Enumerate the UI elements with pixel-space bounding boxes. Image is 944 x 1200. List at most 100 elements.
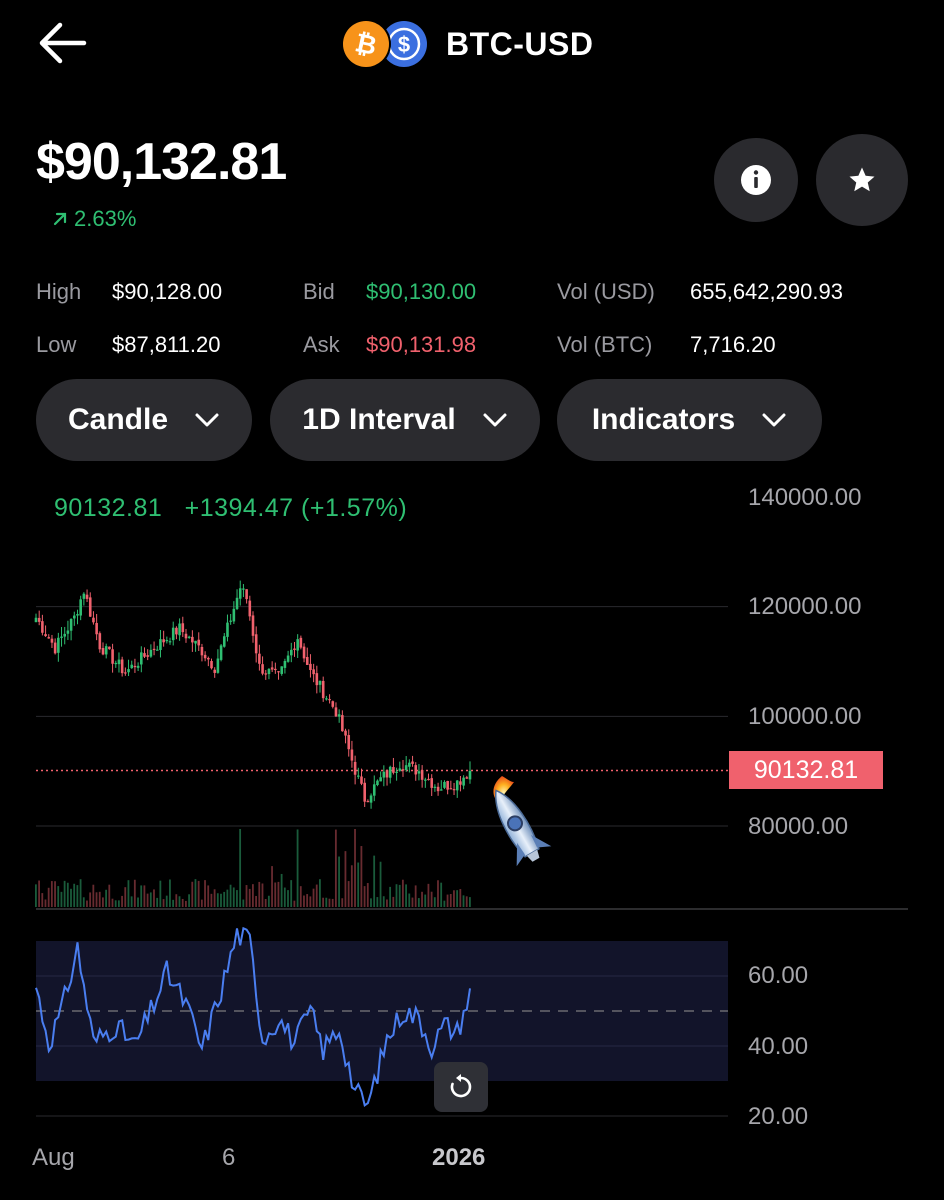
volume-bar — [414, 885, 417, 907]
candle-body — [417, 771, 421, 774]
candle-body — [369, 795, 373, 803]
vol-btc-value: 7,716.20 — [690, 332, 776, 357]
candle-body — [315, 673, 319, 686]
favorite-button[interactable] — [816, 134, 908, 226]
volume-bar — [386, 899, 388, 907]
candle-body — [424, 779, 427, 781]
rsi-panel — [35, 926, 728, 1117]
candle-body — [344, 730, 347, 736]
volume-bar — [344, 851, 347, 907]
volume-bar — [156, 897, 159, 907]
candle-body — [232, 608, 236, 622]
interval-dropdown[interactable]: 1D Interval — [270, 379, 540, 461]
volume-bar — [66, 882, 69, 907]
candle-body — [207, 657, 210, 660]
volume-bar — [223, 891, 226, 907]
volume-bar — [197, 880, 200, 907]
volume-bar — [456, 890, 459, 907]
candle-body — [347, 735, 351, 750]
candle-body — [411, 761, 414, 764]
volume-bar — [194, 879, 197, 907]
volume-bar — [127, 880, 130, 907]
volume-bar — [338, 856, 340, 907]
candle-body — [251, 615, 255, 636]
volume-bar — [437, 880, 439, 907]
price-change: 2.63% — [52, 206, 136, 232]
indicators-dropdown[interactable]: Indicators — [557, 379, 822, 461]
volume-bar — [373, 855, 376, 907]
candle-body — [238, 588, 242, 599]
rsi-tick-label: 60.00 — [748, 962, 809, 989]
volume-bar — [60, 891, 63, 907]
candle-body — [114, 662, 118, 665]
volume-bar — [350, 865, 353, 907]
chevron-down-icon — [195, 413, 219, 427]
candle-body — [178, 623, 181, 636]
candle-body — [53, 642, 57, 654]
rocket-icon — [493, 776, 552, 867]
low-value: $87,811.20 — [112, 332, 221, 357]
candle-body — [289, 649, 293, 656]
volume-bar — [149, 892, 152, 907]
chevron-down-icon — [483, 413, 507, 427]
volume-bar — [245, 885, 248, 907]
candle-body — [171, 627, 175, 641]
candle-body — [334, 707, 338, 717]
ohlc-legend: 90132.81 +1394.47 (+1.57%) — [54, 494, 408, 522]
chart-type-dropdown[interactable]: Candle — [36, 379, 252, 461]
candle-body — [216, 658, 220, 673]
volume-bar — [322, 897, 325, 907]
candle-body — [436, 786, 440, 792]
volume-bar — [229, 884, 232, 907]
candle-body — [401, 769, 405, 771]
candle-body — [465, 777, 469, 779]
candle-body — [108, 646, 111, 650]
candle-body — [433, 786, 437, 788]
candle-body — [34, 617, 38, 623]
current-price: $90,132.81 — [36, 133, 287, 191]
ask-label: Ask — [303, 332, 340, 357]
volume-bar — [267, 895, 270, 907]
info-button[interactable] — [714, 138, 798, 222]
candle-body — [312, 669, 315, 675]
volume-bar — [366, 883, 369, 907]
back-button[interactable] — [36, 20, 88, 66]
arrow-up-right-icon — [53, 212, 67, 226]
candle-body — [226, 622, 229, 637]
volume-bar — [175, 894, 178, 907]
candle-body — [452, 789, 456, 791]
volume-bar — [200, 899, 203, 907]
candle-body — [184, 633, 188, 639]
volume-bar — [105, 889, 108, 907]
reset-zoom-icon — [450, 1074, 472, 1098]
volume-bar — [178, 896, 181, 907]
volume-bar — [121, 895, 123, 907]
candle-body — [140, 652, 143, 665]
volume-bar — [242, 899, 245, 907]
price-change-value: 2.63% — [74, 206, 137, 231]
volume-bar — [143, 885, 146, 907]
candle-body — [88, 597, 92, 617]
candle-body — [76, 614, 79, 616]
candle-body — [72, 615, 76, 619]
volume-bar — [82, 897, 85, 907]
volume-bar — [102, 897, 104, 907]
candle-body — [149, 649, 153, 657]
candle-body — [274, 668, 277, 671]
pair-title: BTC-USD — [446, 26, 594, 62]
volume-bar — [130, 896, 133, 907]
volume-bar — [207, 885, 210, 907]
candle-body — [439, 789, 443, 791]
candle-body — [181, 623, 185, 633]
star-icon — [849, 167, 875, 192]
reset-zoom-button[interactable] — [434, 1062, 488, 1112]
candle-body — [363, 782, 366, 802]
volume-bar — [57, 886, 60, 907]
candle-body — [120, 659, 124, 674]
volume-bar — [216, 893, 219, 907]
volume-bar — [433, 897, 436, 907]
candle-body — [168, 641, 172, 643]
volume-bar — [462, 895, 465, 907]
volume-bar — [283, 887, 286, 907]
volume-bar — [159, 880, 162, 907]
